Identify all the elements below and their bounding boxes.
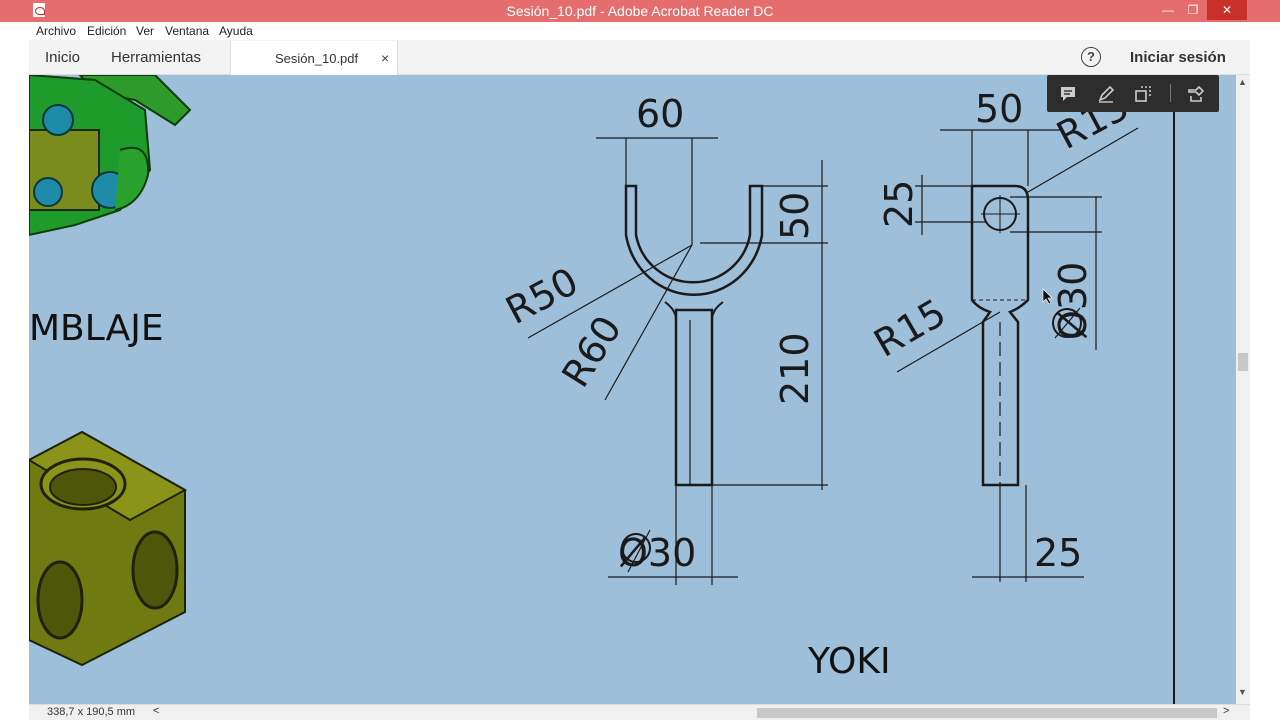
scroll-left-icon[interactable]: < [153,705,159,717]
document-tab-label: Sesión_10.pdf [275,51,359,66]
page-size-readout: 338,7 x 190,5 mm [47,706,136,718]
signin-button[interactable]: Iniciar sesión [1130,49,1226,66]
menu-ver[interactable]: Ver [136,24,154,38]
close-tab-icon[interactable]: × [381,50,389,66]
dim-hole-25: 25 [877,180,921,228]
comment-icon[interactable] [1058,84,1078,104]
tab-inicio[interactable]: Inicio [45,49,80,66]
side-view [896,127,1139,582]
menu-archivo[interactable]: Archivo [36,24,76,38]
title-bar: Sesión_10.pdf - Adobe Acrobat Reader DC … [0,0,1280,22]
menu-edicion[interactable]: Edición [87,24,126,38]
fill-sign-icon[interactable] [1133,84,1153,104]
status-bar: 338,7 x 190,5 mm < > [29,704,1250,720]
dim-width-50: 50 [975,87,1023,131]
left-window-border [0,22,29,720]
minimize-button[interactable]: — [1158,0,1178,20]
tab-herramientas[interactable]: Herramientas [111,49,201,66]
menu-ventana[interactable]: Ventana [165,24,209,38]
tab-document[interactable]: Sesión_10.pdf × [230,41,398,76]
document-view[interactable]: MBLAJE 60 50 210 R50 R60 Ø30 50 R15 25 Ø… [29,75,1236,704]
help-icon[interactable]: ? [1081,47,1101,67]
drawing-title: YOKI [807,641,891,682]
technical-drawing: MBLAJE 60 50 210 R50 R60 Ø30 50 R15 25 Ø… [29,75,1175,704]
menu-ayuda[interactable]: Ayuda [219,24,253,38]
close-window-button[interactable]: ✕ [1207,0,1247,20]
dim-r60: R60 [553,308,630,395]
share-icon[interactable] [1186,84,1206,104]
dim-r50: R50 [499,259,586,333]
cube-render [29,430,188,667]
tab-bar: Inicio Herramientas Sesión_10.pdf × ? In… [29,40,1250,76]
assembly-render [29,75,192,237]
toolbox-divider [1170,84,1171,102]
window-title: Sesión_10.pdf - Adobe Acrobat Reader DC [506,3,774,19]
dim-shaft-210: 210 [773,332,817,405]
maximize-button[interactable]: ❐ [1183,0,1203,20]
floating-toolbox [1047,75,1219,112]
horizontal-scroll-thumb[interactable] [757,708,1217,718]
menu-bar: Archivo Edición Ver Ventana Ayuda [29,22,1250,40]
dim-diameter-30: Ø30 [618,531,696,575]
right-window-border [1250,22,1280,720]
scroll-down-icon[interactable]: ▼ [1238,687,1247,697]
partial-heading: MBLAJE [29,308,164,349]
dim-fillet-r15: R15 [867,290,954,365]
scroll-up-icon[interactable]: ▲ [1238,77,1247,87]
dim-hole-diameter-30: Ø30 [1051,262,1095,340]
scroll-thumb[interactable] [1238,353,1248,371]
dim-shaft-25: 25 [1034,531,1082,575]
dim-slot-50: 50 [773,192,817,240]
vertical-scrollbar[interactable]: ▲ ▼ [1236,75,1250,704]
dim-width-60: 60 [636,92,684,136]
scroll-right-icon[interactable]: > [1223,705,1229,717]
highlight-pen-icon[interactable] [1096,84,1116,104]
